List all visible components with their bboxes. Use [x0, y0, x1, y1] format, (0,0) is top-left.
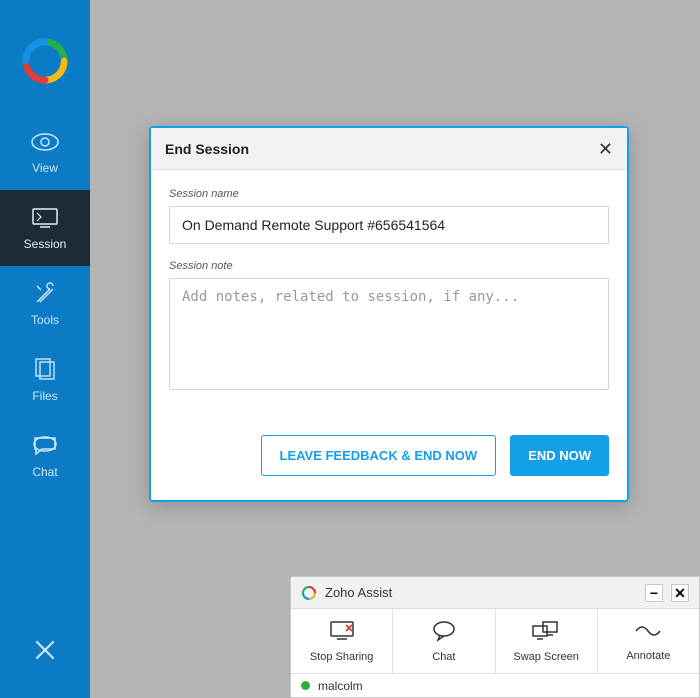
app-logo-icon	[22, 38, 68, 84]
session-name-field: Session name	[169, 188, 609, 244]
files-icon	[30, 357, 60, 383]
chat-icon	[431, 620, 457, 647]
sidebar-item-label: Chat	[32, 465, 57, 479]
tools-icon	[30, 281, 60, 307]
sidebar-item-files[interactable]: Files	[0, 342, 90, 418]
sidebar-items: View Session Tools Files	[0, 114, 90, 494]
stop-sharing-icon	[328, 620, 356, 647]
sidebar-close-button[interactable]	[0, 637, 90, 668]
swap-screen-icon	[531, 620, 561, 647]
presence-dot-icon	[301, 681, 310, 690]
assist-logo-icon	[301, 585, 317, 601]
sidebar-item-label: Files	[32, 389, 57, 403]
swap-screen-button[interactable]: Swap Screen	[496, 609, 598, 673]
assist-title: Zoho Assist	[325, 585, 392, 600]
app-root: View Session Tools Files	[0, 0, 700, 698]
leave-feedback-end-button[interactable]: LEAVE FEEDBACK & END NOW	[261, 435, 497, 476]
annotate-button[interactable]: Annotate	[598, 609, 699, 673]
monitor-icon	[30, 205, 60, 231]
chat-icon	[30, 433, 60, 459]
session-note-label: Session note	[169, 260, 609, 272]
close-icon: ✕	[598, 139, 613, 159]
chat-button[interactable]: Chat	[393, 609, 495, 673]
sidebar-item-tools[interactable]: Tools	[0, 266, 90, 342]
close-button[interactable]: ✕	[671, 584, 689, 602]
sidebar-item-session[interactable]: Session	[0, 190, 90, 266]
close-icon	[32, 637, 58, 668]
assist-status-bar: malcolm	[291, 673, 699, 697]
sidebar-item-label: Tools	[31, 313, 59, 327]
session-note-textarea[interactable]	[169, 278, 609, 390]
assist-window-controls: − ✕	[645, 584, 689, 602]
sidebar-item-label: Session	[24, 237, 67, 251]
annotate-icon	[634, 621, 662, 646]
assist-actions: Stop Sharing Chat Swap Screen Annotate	[291, 609, 699, 673]
assist-action-label: Stop Sharing	[310, 651, 374, 663]
assist-action-label: Chat	[432, 651, 455, 663]
dialog-title: End Session	[165, 141, 249, 157]
dialog-close-button[interactable]: ✕	[598, 140, 613, 158]
minimize-button[interactable]: −	[645, 584, 663, 602]
presence-name: malcolm	[318, 679, 363, 693]
assist-toolbar: Zoho Assist − ✕ Stop Sharing Chat	[290, 576, 700, 698]
sidebar-item-view[interactable]: View	[0, 114, 90, 190]
end-session-dialog: End Session ✕ Session name Session note …	[149, 126, 629, 502]
dialog-footer: LEAVE FEEDBACK & END NOW END NOW	[151, 421, 627, 500]
sidebar-item-chat[interactable]: Chat	[0, 418, 90, 494]
end-now-button[interactable]: END NOW	[510, 435, 609, 476]
session-name-label: Session name	[169, 188, 609, 200]
assist-header: Zoho Assist − ✕	[291, 577, 699, 609]
assist-action-label: Annotate	[626, 650, 670, 662]
sidebar-item-label: View	[32, 161, 58, 175]
dialog-header: End Session ✕	[151, 128, 627, 170]
dialog-body: Session name Session note	[151, 170, 627, 421]
stop-sharing-button[interactable]: Stop Sharing	[291, 609, 393, 673]
sidebar: View Session Tools Files	[0, 0, 90, 698]
assist-action-label: Swap Screen	[513, 651, 578, 663]
session-name-input[interactable]	[169, 206, 609, 244]
session-note-field: Session note	[169, 260, 609, 395]
eye-icon	[30, 129, 60, 155]
